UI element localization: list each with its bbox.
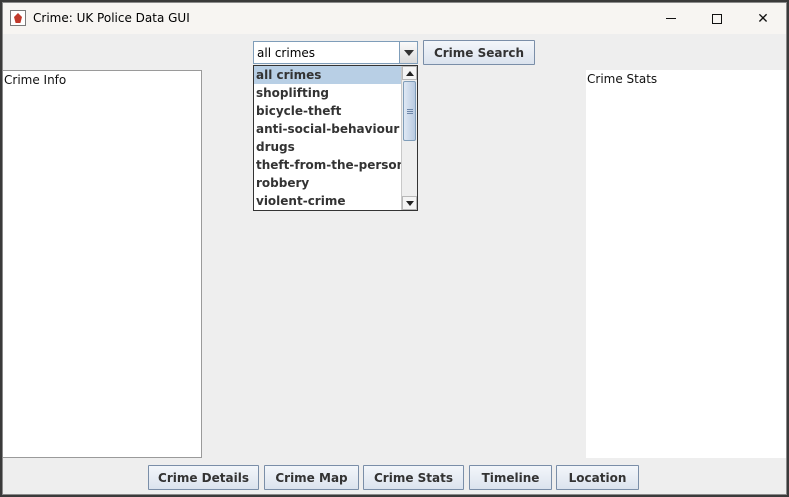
- dropdown-option-anti-social-behaviour[interactable]: anti-social-behaviour: [254, 120, 401, 138]
- main-content: Crime Info Crime Stats all crimes Crime …: [3, 34, 786, 494]
- window-title: Crime: UK Police Data GUI: [33, 11, 190, 25]
- app-window: Crime: UK Police Data GUI ✕ Crime Info C…: [2, 2, 787, 495]
- police-app-icon: [10, 10, 26, 26]
- dropdown-option-bicycle-theft[interactable]: bicycle-theft: [254, 102, 401, 120]
- location-button[interactable]: Location: [556, 465, 639, 490]
- title-bar[interactable]: Crime: UK Police Data GUI ✕: [3, 3, 786, 34]
- chevron-down-icon[interactable]: [399, 42, 417, 63]
- dropdown-option-theft-from-the-person[interactable]: theft-from-the-person: [254, 156, 401, 174]
- crime-info-panel: Crime Info: [3, 70, 202, 458]
- crime-type-select[interactable]: all crimes: [253, 41, 418, 64]
- dropdown-option-violent-crime[interactable]: violent-crime: [254, 192, 401, 210]
- crime-stats-button[interactable]: Crime Stats: [363, 465, 464, 490]
- timeline-button[interactable]: Timeline: [469, 465, 552, 490]
- crime-type-dropdown-list: all crimes shoplifting bicycle-theft ant…: [253, 65, 418, 211]
- crime-stats-panel: Crime Stats: [586, 70, 786, 458]
- bottom-toolbar: Crime Details Crime Map Crime Stats Time…: [3, 462, 786, 494]
- maximize-button[interactable]: [694, 3, 740, 34]
- crime-search-button[interactable]: Crime Search: [423, 40, 535, 65]
- scrollbar-thumb[interactable]: [403, 81, 416, 141]
- scroll-down-arrow-icon[interactable]: [402, 196, 417, 210]
- crime-type-selected-value: all crimes: [257, 46, 316, 60]
- crime-info-label: Crime Info: [4, 73, 67, 87]
- dropdown-option-robbery[interactable]: robbery: [254, 174, 401, 192]
- crime-map-button[interactable]: Crime Map: [264, 465, 359, 490]
- dropdown-option-shoplifting[interactable]: shoplifting: [254, 84, 401, 102]
- minimize-icon: [666, 18, 676, 19]
- dropdown-option-drugs[interactable]: drugs: [254, 138, 401, 156]
- close-icon: ✕: [757, 10, 769, 27]
- maximize-icon: [712, 13, 722, 24]
- crime-stats-label: Crime Stats: [587, 72, 658, 86]
- close-button[interactable]: ✕: [740, 3, 786, 34]
- minimize-button[interactable]: [648, 3, 694, 34]
- crime-details-button[interactable]: Crime Details: [148, 465, 259, 490]
- dropdown-option-all-crimes[interactable]: all crimes: [254, 66, 401, 84]
- dropdown-scrollbar[interactable]: [401, 66, 417, 210]
- scroll-up-arrow-icon[interactable]: [402, 66, 417, 80]
